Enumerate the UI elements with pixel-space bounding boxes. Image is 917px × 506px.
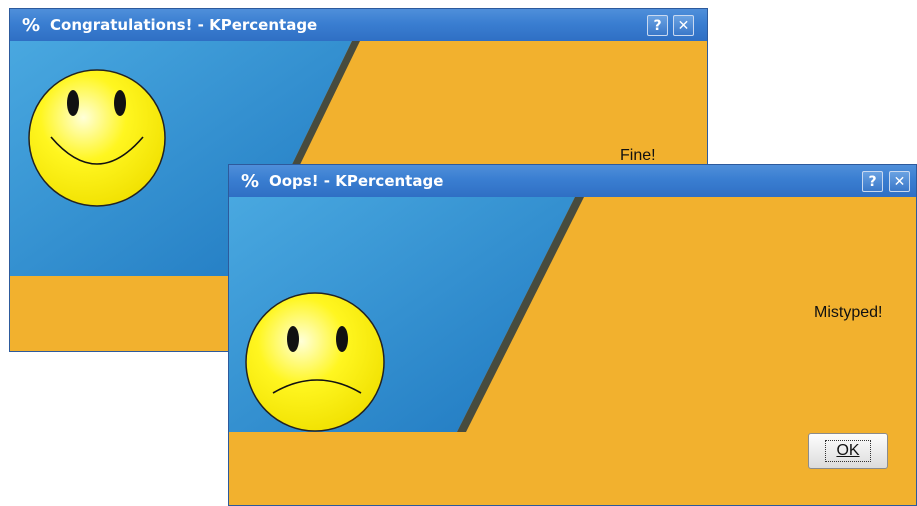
oops-titlebar[interactable]: % Oops! - KPercentage ? ✕ <box>229 165 916 197</box>
oops-message: Mistyped! <box>814 304 883 321</box>
sad-face-icon <box>245 292 385 432</box>
help-button[interactable]: ? <box>862 171 883 192</box>
percent-app-icon: % <box>240 170 260 192</box>
close-button[interactable]: ✕ <box>889 171 910 192</box>
oops-content: Mistyped! OK <box>229 197 916 505</box>
ok-button[interactable]: OK <box>808 433 888 469</box>
percent-app-icon: % <box>21 14 41 36</box>
help-button[interactable]: ? <box>647 15 668 36</box>
close-button[interactable]: ✕ <box>673 15 694 36</box>
congratulations-titlebar[interactable]: % Congratulations! - KPercentage ? ✕ <box>10 9 707 41</box>
oops-window: % Oops! - KPercentage ? ✕ Mistyped! OK <box>228 164 917 506</box>
congratulations-message: Fine! <box>620 147 656 164</box>
window-title: Oops! - KPercentage <box>269 172 444 190</box>
happy-face-icon <box>28 69 166 207</box>
window-title: Congratulations! - KPercentage <box>50 16 318 34</box>
ok-button-label: OK <box>825 440 871 462</box>
